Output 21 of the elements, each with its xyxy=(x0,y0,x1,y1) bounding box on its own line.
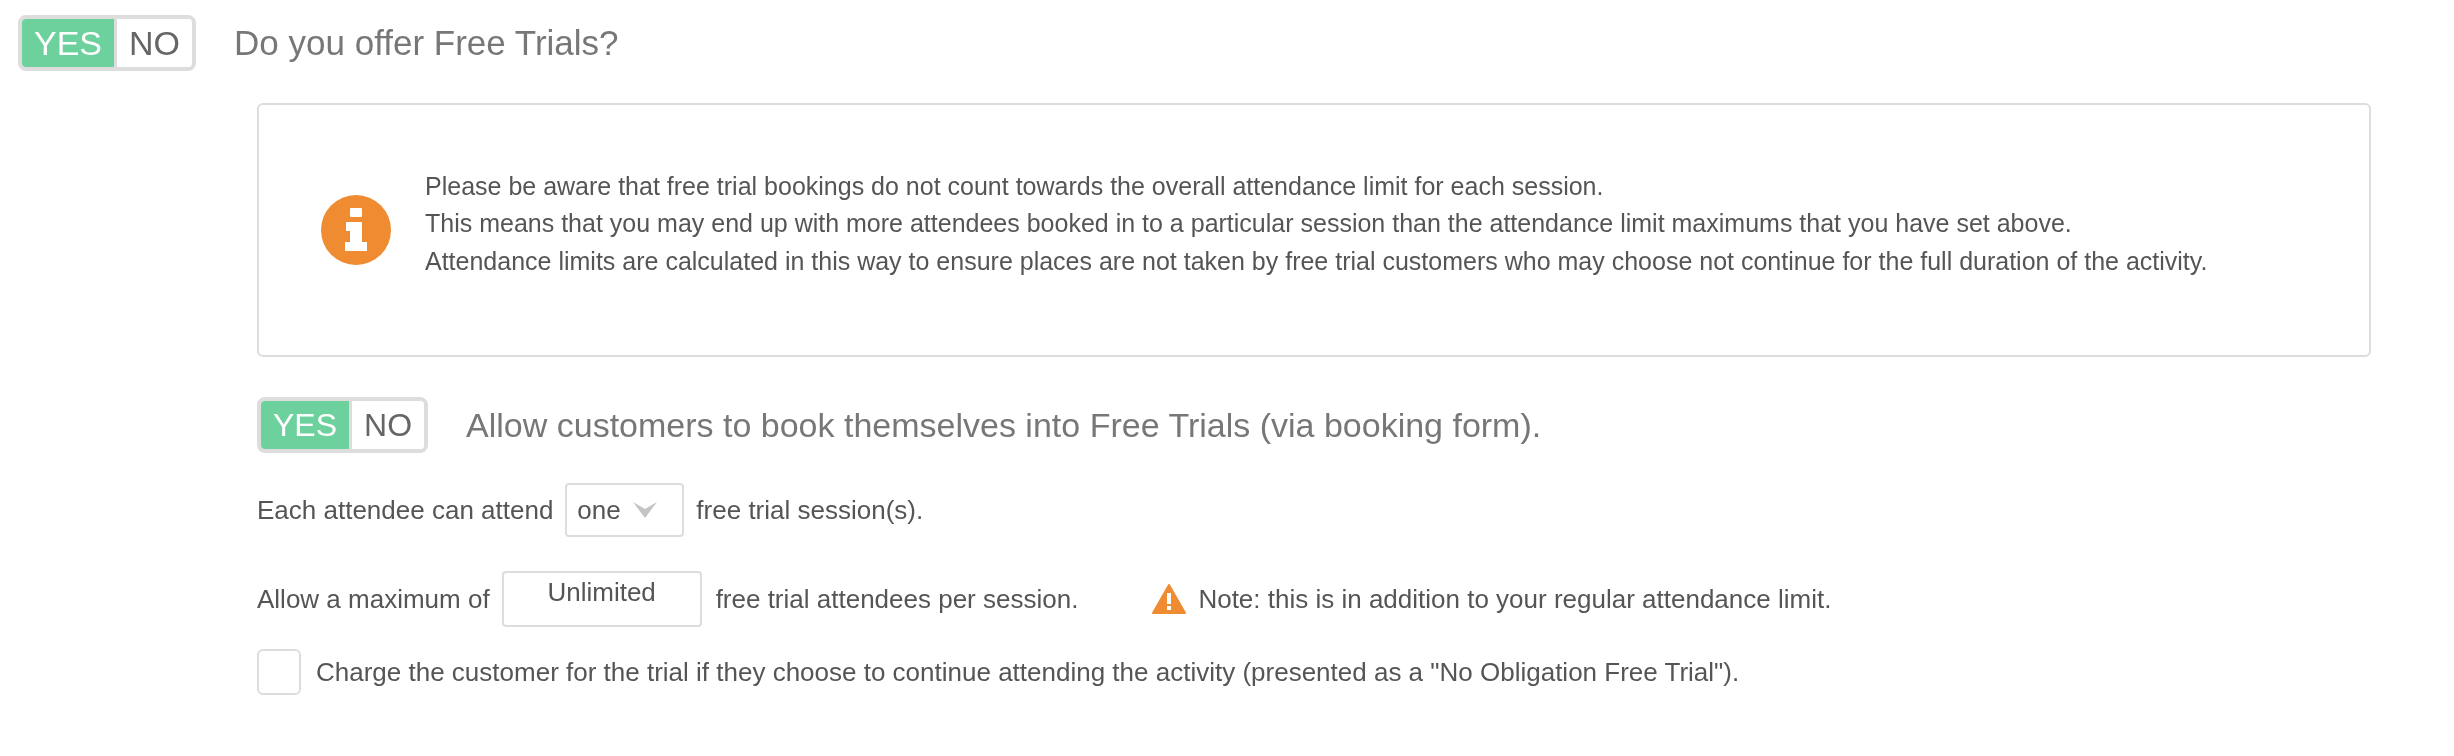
toggle-option[interactable]: NO xyxy=(114,19,193,67)
info-paragraph: Please be aware that free trial bookings do not count towards the overall attendance limit for each session. xyxy=(425,170,1605,202)
info-paragraph: Attendance limits are calculated in this way to ensure places are not taken by free trial customers who may choose not continue for the full duration of the activity. xyxy=(425,245,2208,277)
row-label: free trial session(s). xyxy=(696,494,924,526)
yes-no-toggle[interactable]: YES NO xyxy=(257,397,429,453)
checkbox-label: Charge the customer for the trial if they choose to continue attending the activity (presented as a "No Obligation Free Trial"). xyxy=(316,656,1740,688)
chevron-down-icon xyxy=(632,502,657,518)
info-paragraph: This means that you may end up with more attendees booked in to a particular session than the attendance limit maximums that you have set above. xyxy=(425,208,2073,240)
row-label: free trial attendees per session. xyxy=(715,583,1079,615)
charge-checkbox[interactable] xyxy=(257,649,301,695)
warning-icon xyxy=(1152,584,1187,614)
note-text: Note: this is in addition to your regular attendance limit. xyxy=(1198,583,1832,615)
question-title: Do you offer Free Trials? xyxy=(234,23,619,63)
toggle-label: Allow customers to book themselves into Free Trials (via booking form). xyxy=(466,405,1542,445)
row-label: Allow a maximum of xyxy=(257,583,490,615)
session-count-select[interactable]: one xyxy=(565,483,685,537)
info-icon xyxy=(321,195,391,265)
maximum-attendees-input[interactable]: Unlimited xyxy=(501,571,702,627)
row-label: Each attendee can attend xyxy=(257,494,554,526)
toggle-option[interactable]: NO xyxy=(349,401,425,449)
yes-no-toggle[interactable]: YES NO xyxy=(18,15,197,71)
